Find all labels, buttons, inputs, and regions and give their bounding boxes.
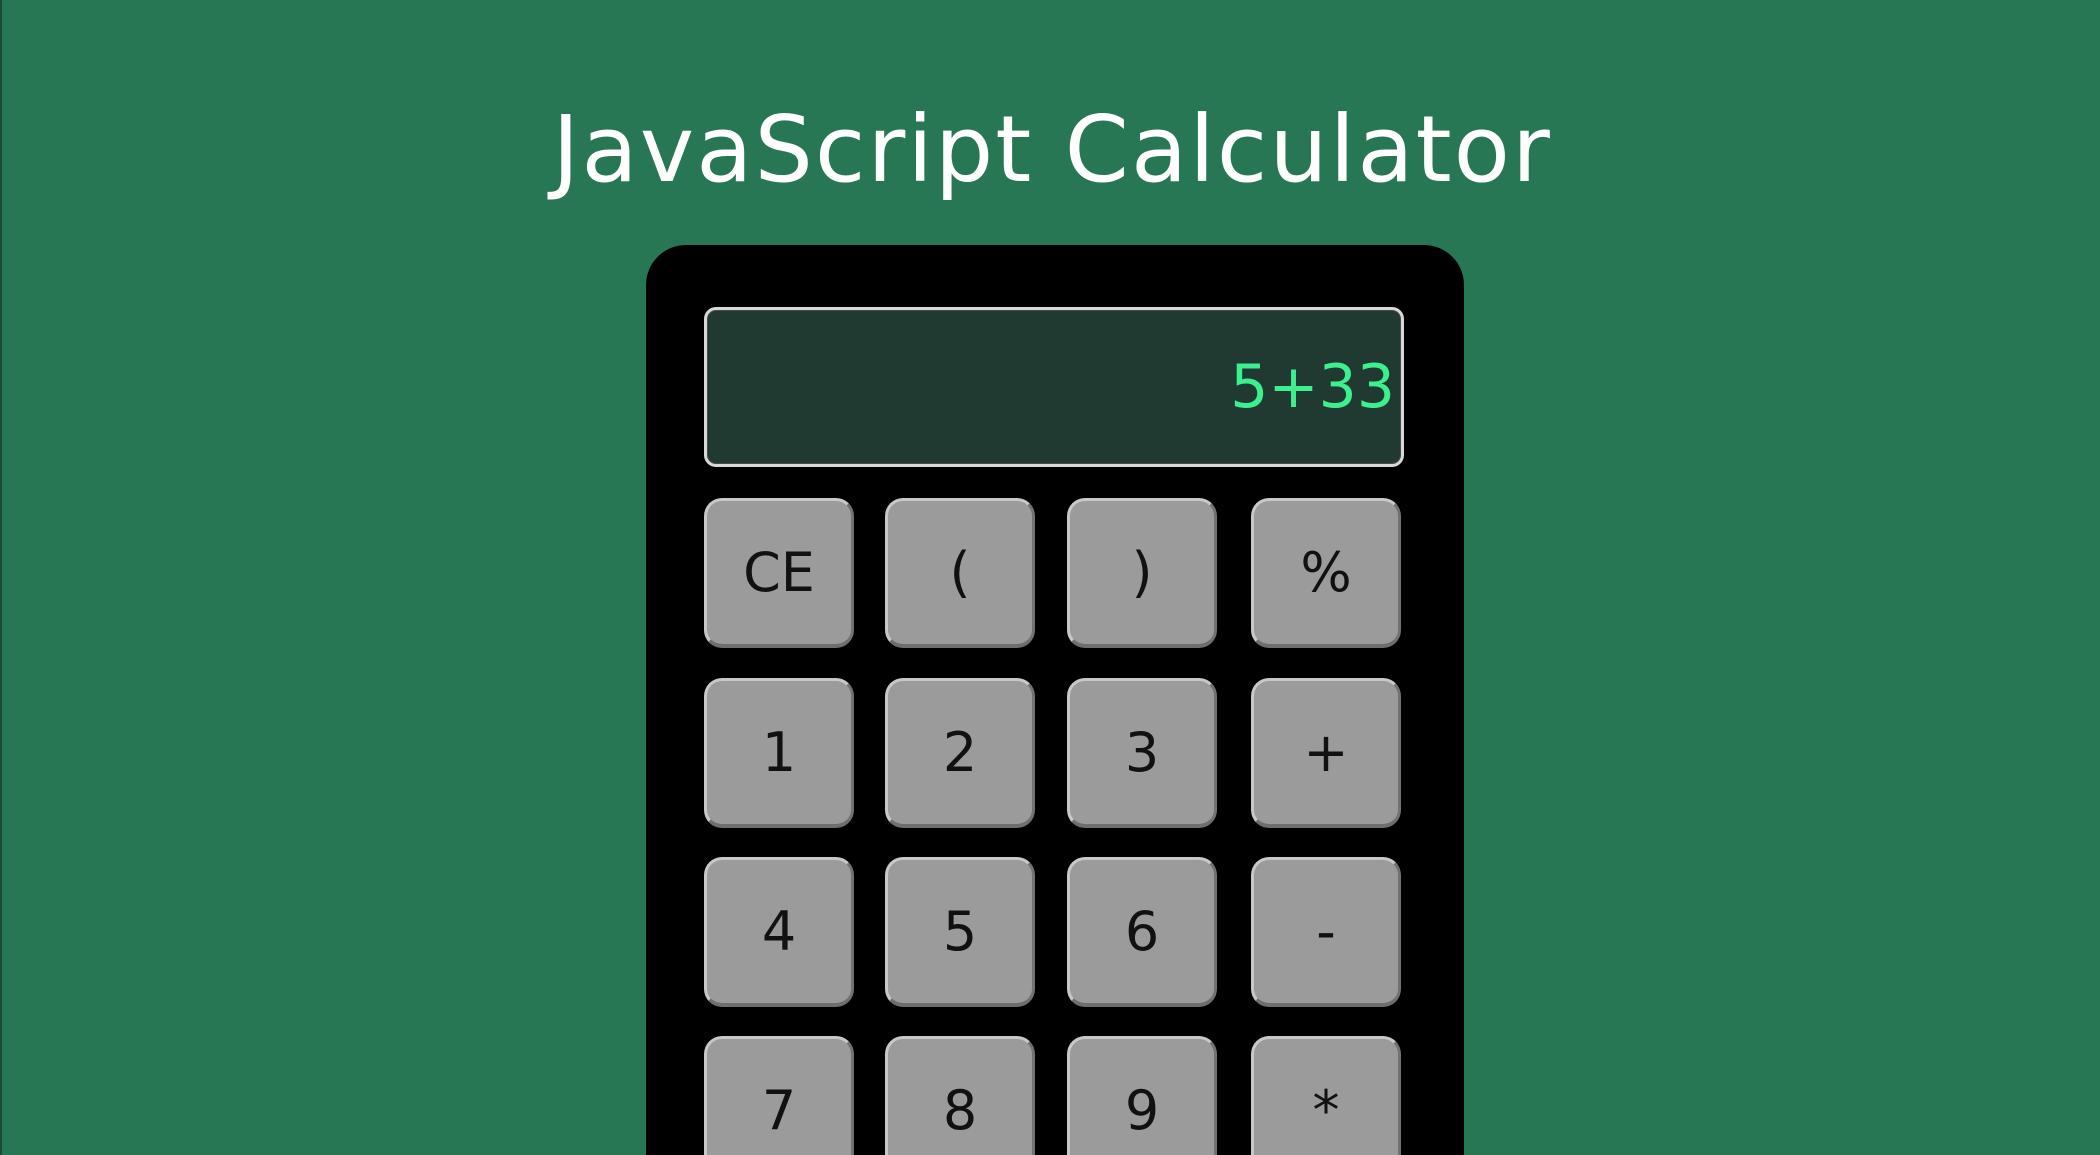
key-1[interactable]: 1 [704,678,854,828]
key-2[interactable]: 2 [885,678,1035,828]
key-7[interactable]: 7 [704,1036,854,1155]
key-5[interactable]: 5 [885,857,1035,1007]
key-4[interactable]: 4 [704,857,854,1007]
key-3[interactable]: 3 [1067,678,1217,828]
key-9[interactable]: 9 [1067,1036,1217,1155]
key-percent[interactable]: % [1251,498,1401,648]
calculator-display: 5+33 [704,307,1404,467]
page-title: JavaScript Calculator [552,95,1552,203]
key-add[interactable]: + [1251,678,1401,828]
key-clear-entry[interactable]: CE [704,498,854,648]
key-subtract[interactable]: - [1251,857,1401,1007]
key-close-paren[interactable]: ) [1067,498,1217,648]
key-open-paren[interactable]: ( [885,498,1035,648]
key-multiply[interactable]: * [1251,1036,1401,1155]
key-8[interactable]: 8 [885,1036,1035,1155]
key-6[interactable]: 6 [1067,857,1217,1007]
display-value: 5+33 [1230,352,1395,422]
calculator: 5+33 CE ( ) % 1 2 3 + 4 5 6 - 7 8 9 * [646,245,1464,1155]
